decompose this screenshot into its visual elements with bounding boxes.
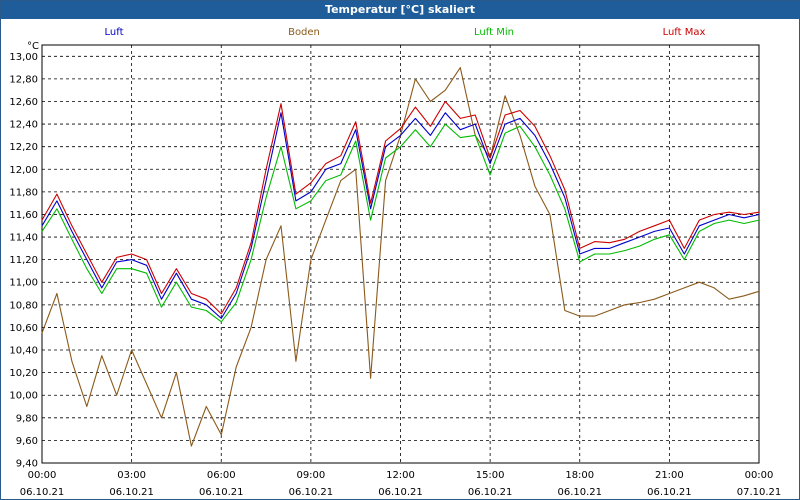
y-tick-label: 10,80 (9, 300, 38, 311)
x-tick-date: 06.10.21 (109, 487, 154, 498)
legend-entry: Luft (105, 27, 124, 38)
y-tick-label: 10,00 (9, 391, 38, 402)
x-tick-time: 12:00 (386, 470, 415, 481)
x-tick-time: 09:00 (296, 470, 325, 481)
x-tick-time: 00:00 (28, 470, 57, 481)
y-tick-label: 12,20 (9, 142, 38, 153)
x-tick-time: 21:00 (655, 470, 684, 481)
x-axis-ticks: 00:00 06.10.21 03:00 06.10.21 06:00 06.10.21 0… (20, 470, 782, 498)
legend: Luft Boden Luft Min Luft Max (105, 27, 706, 38)
x-tick-date: 06.10.21 (199, 487, 244, 498)
y-tick-label: 11,80 (9, 187, 38, 198)
legend-entry: Boden (288, 27, 320, 38)
x-tick-date: 06.10.21 (468, 487, 513, 498)
y-tick-label: 13,00 (9, 52, 38, 63)
x-tick-date: 06.10.21 (378, 487, 423, 498)
x-tick-date: 06.10.21 (557, 487, 602, 498)
y-tick-label: 9,60 (16, 436, 38, 447)
y-axis-ticks: 13,00 12,80 12,60 12,40 12,20 12,00 11,80 11,60… (9, 52, 38, 470)
y-tick-label: 11,20 (9, 255, 38, 266)
x-tick-date: 06.10.21 (289, 487, 334, 498)
y-axis-unit: °C (27, 41, 39, 52)
legend-entry: Luft Max (663, 27, 706, 38)
y-tick-label: 12,00 (9, 165, 38, 176)
x-tick-date: 07.10.21 (737, 487, 782, 498)
y-tick-label: 9,80 (16, 413, 38, 424)
y-tick-label: 10,20 (9, 368, 38, 379)
legend-entry: Luft Min (474, 27, 514, 38)
grid (42, 45, 759, 464)
x-tick-time: 06:00 (207, 470, 236, 481)
y-tick-label: 11,60 (9, 210, 38, 221)
y-tick-label: 11,40 (9, 233, 38, 244)
x-tick-date: 06.10.21 (20, 487, 65, 498)
y-tick-label: 12,40 (9, 120, 38, 131)
x-tick-time: 00:00 (745, 470, 774, 481)
x-tick-date: 06.10.21 (647, 487, 692, 498)
y-tick-label: 9,40 (16, 459, 38, 470)
y-tick-label: 12,60 (9, 97, 38, 108)
x-tick-time: 15:00 (476, 470, 505, 481)
y-tick-label: 10,60 (9, 323, 38, 334)
x-tick-time: 18:00 (565, 470, 594, 481)
temperature-chart: Luft Boden Luft Min Luft Max °C 13,0012,801… (9, 27, 782, 498)
chart-window: Temperatur [°C] skaliert Luft Boden Luft M… (0, 0, 800, 500)
y-tick-label: 11,00 (9, 278, 38, 289)
x-tick-time: 03:00 (117, 470, 146, 481)
y-tick-label: 12,80 (9, 74, 38, 85)
y-tick-label: 10,40 (9, 346, 38, 357)
